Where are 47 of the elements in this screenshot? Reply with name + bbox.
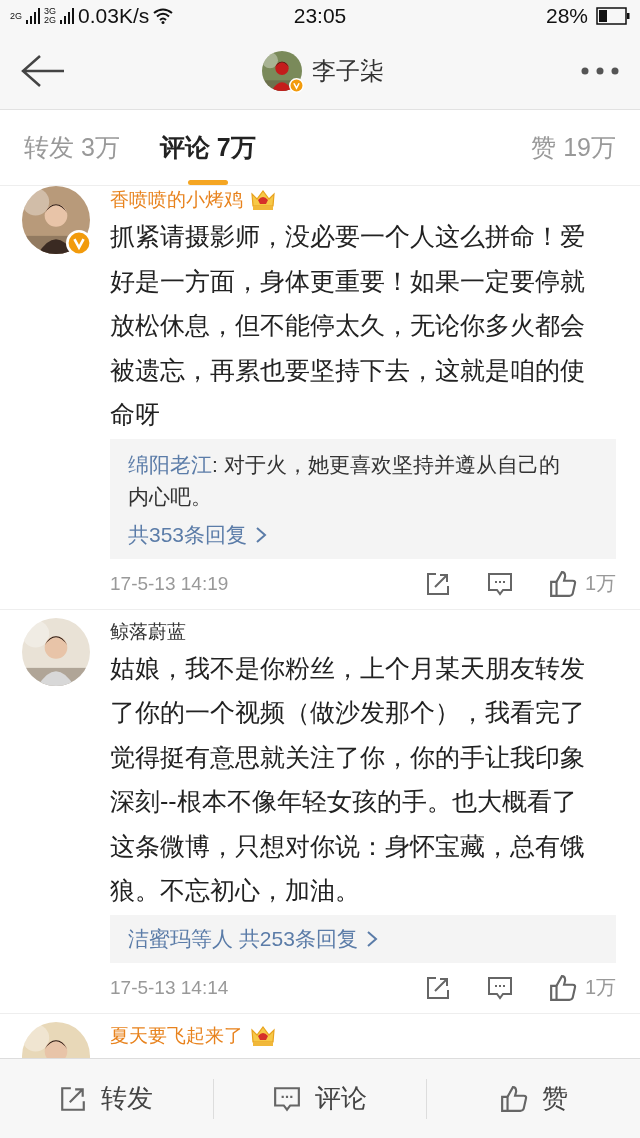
comment-icon xyxy=(273,1084,301,1113)
network-speed: 0.03K/s xyxy=(78,4,150,28)
signal-icon xyxy=(60,8,75,24)
commenter-name[interactable]: 夏天要飞起来了 xyxy=(110,1022,243,1049)
comment-time: 17-5-13 14:19 xyxy=(110,572,230,595)
like-button[interactable]: 1万 xyxy=(548,973,616,1002)
comment-time: 17-5-13 14:14 xyxy=(110,976,230,999)
repost-button[interactable]: 转发 xyxy=(0,1058,213,1138)
replies-link[interactable]: 共353条回复 xyxy=(128,520,560,549)
tab[interactable]: 赞 19万 xyxy=(531,110,616,185)
network-label: 2G xyxy=(10,11,22,21)
more-icon xyxy=(580,65,620,76)
comment-text: 抓紧请摄影师，没必要一个人这么拼命！爱好是一方面，身体更重要！如果一定要停就放松休息，但不能停太久，无论你多火都会被遗忘，再累也要坚持下去，这就是咱的使命呀 xyxy=(110,221,586,430)
like-button[interactable]: 赞 xyxy=(427,1058,640,1138)
thumbs-up-icon xyxy=(499,1084,528,1113)
thumbs-up-icon xyxy=(548,569,577,598)
tab[interactable]: 转发 3万 xyxy=(24,110,120,185)
battery-percent: 28% xyxy=(545,4,588,28)
comment-text: 姑娘，我不是你粉丝，上个月某天朋友转发了你的一个视频（做沙发那个），我看完了觉得挺有意思就关注了你，你的手让我印象深刻--根本不像年轻女孩的手。也大概看了这条微博，只想对你说：身怀宝藏，总有饿狼。不忘初心，加油。 xyxy=(110,652,586,906)
chevron-right-icon xyxy=(255,525,268,544)
crown-icon xyxy=(249,188,277,212)
replies-link[interactable]: 洁蜜玛等人 共253条回复 xyxy=(128,924,560,953)
reply-button[interactable] xyxy=(486,570,513,597)
repost-button[interactable] xyxy=(424,570,451,597)
share-icon xyxy=(424,974,451,1001)
reply-text: 绵阳老江: 对于火，她更喜欢坚持并遵从自己的内心吧。 xyxy=(128,451,560,510)
profile-name: 李子柒 xyxy=(312,55,384,86)
comment-icon xyxy=(486,974,513,1001)
signal-icon xyxy=(26,8,40,24)
back-arrow-icon xyxy=(20,53,66,88)
comment-button[interactable]: 评论 xyxy=(213,1058,427,1138)
network-label: 2G xyxy=(44,16,57,25)
commenter-name[interactable]: 鲸落蔚蓝 xyxy=(110,618,186,645)
thumbs-up-icon xyxy=(548,973,577,1002)
share-icon xyxy=(59,1084,88,1113)
tab[interactable]: 评论 7万 xyxy=(159,110,256,185)
commenter-name[interactable]: 香喷喷的小烤鸡 xyxy=(110,187,243,213)
like-button[interactable]: 1万 xyxy=(548,569,616,598)
clock: 23:05 xyxy=(293,4,347,28)
comment-icon xyxy=(486,570,513,597)
wifi-icon xyxy=(153,8,174,24)
repost-button[interactable] xyxy=(424,974,451,1001)
chevron-right-icon xyxy=(365,929,378,948)
network-label: 3G xyxy=(44,7,57,16)
battery-icon xyxy=(596,7,630,25)
reply-button[interactable] xyxy=(486,974,513,1001)
share-icon xyxy=(424,570,451,597)
